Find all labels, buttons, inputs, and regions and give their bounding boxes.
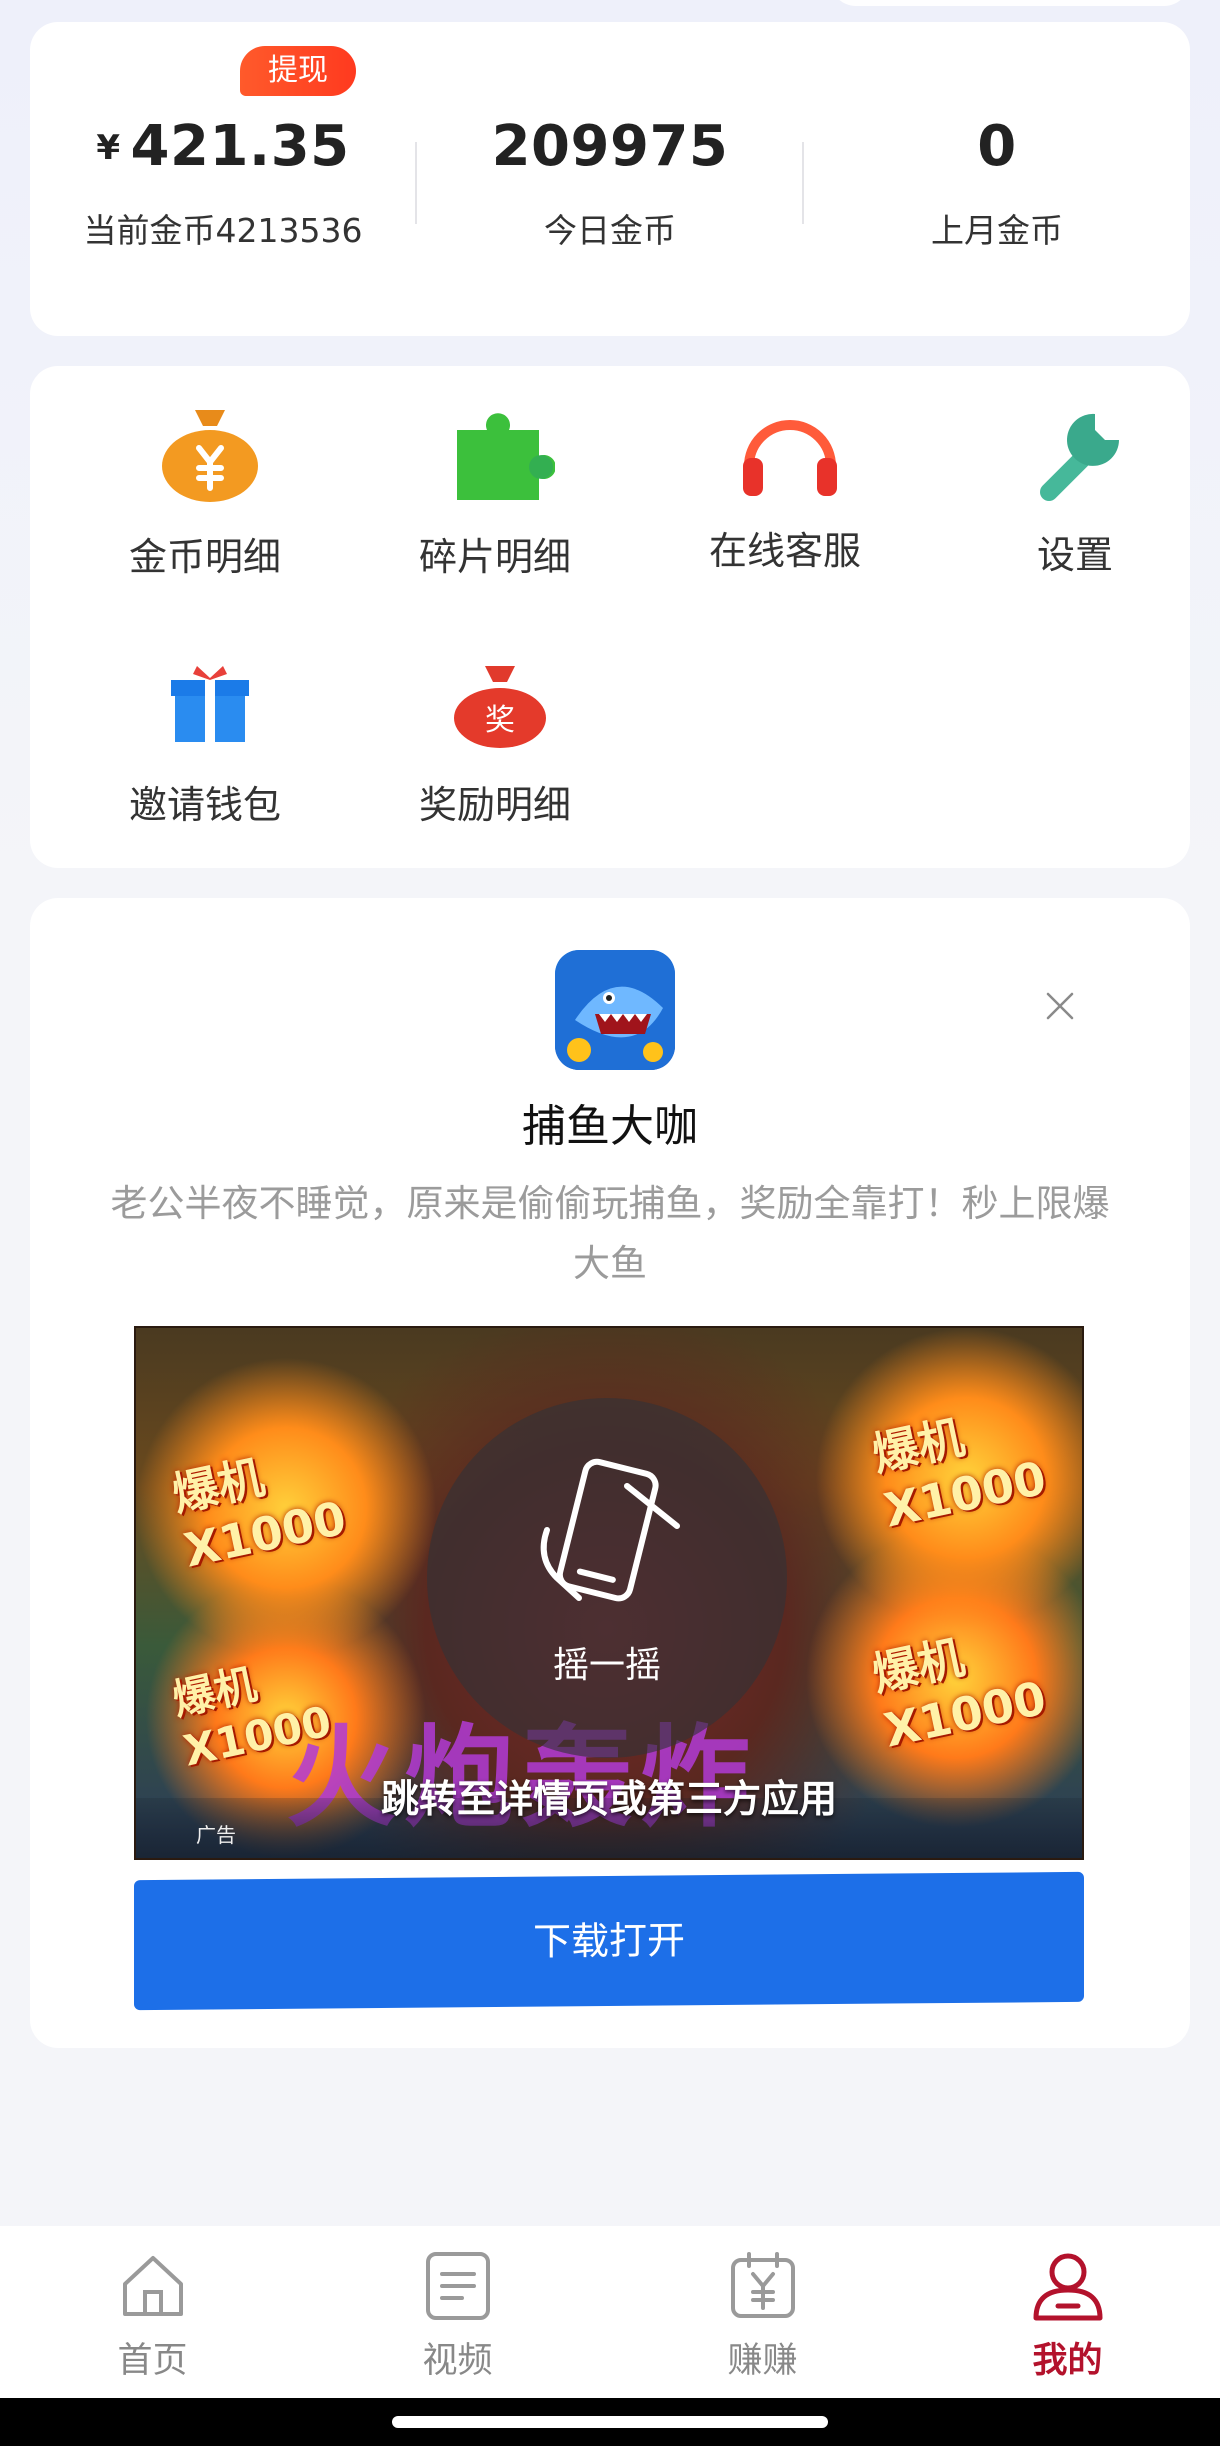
today-value: 209975	[491, 114, 729, 179]
balance-label: 当前金币4213536	[83, 211, 363, 250]
shake-overlay[interactable]: 摇一摇	[427, 1398, 787, 1758]
reward-bag-badge: 奖	[485, 703, 515, 738]
tab-video[interactable]: 视频	[305, 2226, 610, 2398]
ad-burst-text: 爆机X1000	[167, 1449, 351, 1578]
close-ad-icon[interactable]	[1042, 988, 1078, 1024]
app-icon[interactable]	[555, 950, 675, 1070]
jump-hint: 跳转至详情页或第三方应用	[380, 1777, 837, 1821]
balance-amount: 421.35	[130, 114, 350, 179]
ad-burst-text: 爆机X1000	[867, 1629, 1051, 1758]
tab-label: 我的	[1032, 2341, 1103, 2381]
fragment-detail-item[interactable]: 碎片明细	[350, 376, 640, 586]
shake-label: 摇一摇	[552, 1645, 661, 1686]
home-indicator[interactable]	[392, 2416, 828, 2428]
invite-wallet-item[interactable]: 邀请钱包	[60, 624, 350, 834]
bottom-nav: 首页 视频 赚赚 我的	[0, 2226, 1220, 2398]
tab-profile[interactable]: 我的	[915, 2226, 1220, 2398]
currency-symbol: ¥	[96, 128, 121, 168]
puzzle-icon	[445, 396, 556, 506]
today-stat[interactable]: 209975 今日金币	[417, 22, 803, 336]
function-grid: 金币明细 碎片明细 在线客服 设置 邀请钱包 奖 奖励明细	[30, 366, 1190, 868]
top-sliver	[830, 0, 1190, 6]
gift-icon	[155, 644, 265, 754]
shake-phone-icon	[540, 1458, 680, 1602]
balance-card: ¥421.35 当前金币4213536 提现 209975 今日金币 0 上月金…	[30, 22, 1190, 336]
download-open-button[interactable]: 下载打开	[134, 1871, 1084, 2011]
ad-app-name: 捕鱼大咖	[522, 1101, 698, 1152]
last-month-label: 上月金币	[931, 211, 1063, 250]
ad-media[interactable]: 爆机X1000 爆机X1000 爆机X1000 爆机X1000 火炮轰炸 广告 …	[134, 1326, 1084, 1860]
tab-label: 视频	[422, 2341, 493, 2381]
today-label: 今日金币	[544, 211, 676, 250]
fn-label: 奖励明细	[418, 783, 571, 827]
balance-stat[interactable]: ¥421.35 当前金币4213536	[30, 22, 416, 336]
last-month-stat[interactable]: 0 上月金币	[804, 22, 1190, 336]
coin-detail-item[interactable]: 金币明细	[60, 376, 350, 586]
wrench-icon	[1025, 396, 1135, 506]
balance-value: ¥421.35	[30, 114, 416, 179]
video-doc-icon	[426, 2252, 490, 2320]
fn-label: 邀请钱包	[128, 783, 281, 827]
tab-home[interactable]: 首页	[0, 2226, 305, 2398]
ad-description: 老公半夜不睡觉，原来是偷偷玩捕鱼，奖励全靠打！秒上限爆大鱼	[110, 1182, 1110, 1285]
headset-icon	[735, 396, 845, 506]
fn-label: 碎片明细	[418, 535, 571, 579]
fn-label: 在线客服	[708, 529, 861, 573]
tab-label: 首页	[117, 2341, 188, 2381]
fn-label: 金币明细	[128, 535, 281, 579]
withdraw-badge[interactable]: 提现	[240, 46, 356, 96]
customer-service-item[interactable]: 在线客服	[640, 376, 930, 586]
home-icon	[123, 2256, 183, 2316]
tab-label: 赚赚	[727, 2341, 798, 2381]
profile-icon	[1033, 2253, 1103, 2321]
last-month-value: 0	[977, 114, 1017, 179]
ad-burst-text: 爆机X1000	[867, 1409, 1051, 1538]
tab-earn[interactable]: 赚赚	[610, 2226, 915, 2398]
ad-tag: 广告	[196, 1823, 236, 1847]
money-bag-icon	[155, 396, 265, 506]
fn-label: 设置	[1036, 533, 1113, 577]
earn-icon	[731, 2252, 795, 2318]
reward-bag-icon: 奖	[445, 644, 555, 754]
reward-detail-item[interactable]: 奖 奖励明细	[350, 624, 640, 834]
ad-card: 捕鱼大咖 老公半夜不睡觉，原来是偷偷玩捕鱼，奖励全靠打！秒上限爆大鱼 爆机X10…	[30, 898, 1190, 2048]
settings-item[interactable]: 设置	[930, 376, 1220, 586]
